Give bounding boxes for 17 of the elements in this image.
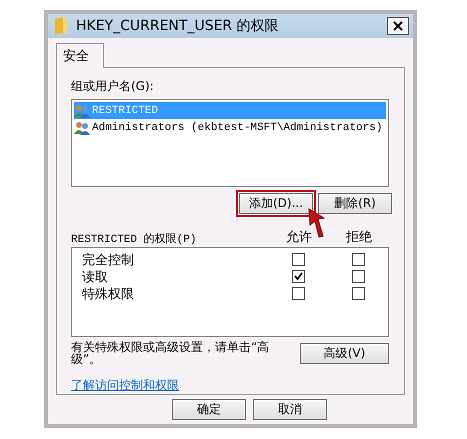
permission-name: 特殊权限: [82, 286, 135, 303]
help-link[interactable]: 了解访问控制和权限: [71, 377, 179, 394]
column-header: 允许: [285, 229, 313, 246]
dialog-button[interactable]: 添加(D)...: [236, 190, 316, 218]
dialog-button[interactable]: 确定: [172, 399, 246, 420]
dialog-button[interactable]: 删除(R): [318, 193, 392, 214]
permission-name: 读取: [82, 268, 109, 286]
dialog-button[interactable]: 取消: [253, 399, 327, 420]
window-title: HKEY_CURRENT_USER 的权限: [76, 17, 280, 35]
advanced-button[interactable]: 高级(V): [300, 343, 389, 364]
permissions-label: RESTRICTED 的权限(P): [71, 232, 198, 246]
tab[interactable]: 安全: [56, 43, 104, 68]
column-header: 拒绝: [345, 229, 373, 246]
permission-name: 完全控制: [82, 252, 135, 269]
user-item[interactable]: Administrators (ekbtest-MSFT\Administrators): [74, 119, 386, 136]
group-label: 组或用户名(G):: [71, 78, 154, 95]
advanced-note: 有关特殊权限或高级设置，请单击“高级”。: [71, 341, 270, 365]
